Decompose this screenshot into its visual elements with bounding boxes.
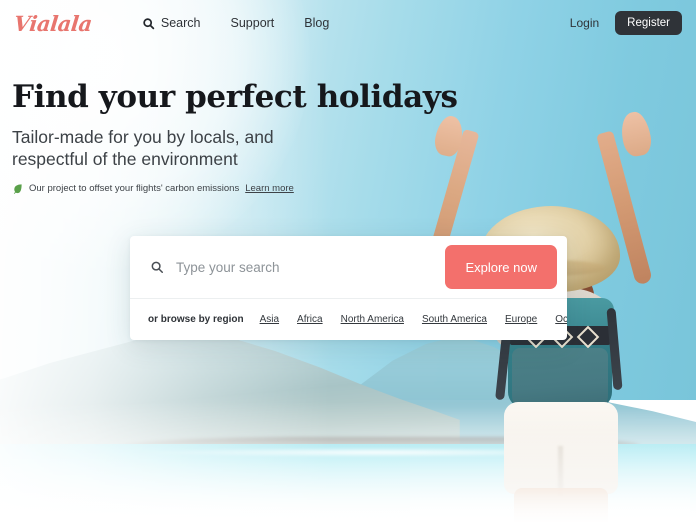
search-card: Explore now or browse by region Asia Afr… — [130, 236, 567, 340]
search-icon — [150, 260, 164, 274]
region-link-south-america[interactable]: South America — [422, 314, 487, 325]
login-link[interactable]: Login — [570, 16, 599, 30]
auth-actions: Login Register — [570, 11, 682, 35]
register-button[interactable]: Register — [615, 11, 682, 35]
nav-item-support-label: Support — [230, 16, 275, 30]
explore-now-button[interactable]: Explore now — [445, 245, 557, 289]
leaf-icon — [12, 183, 23, 194]
backpack-lower — [512, 348, 608, 410]
region-link-asia[interactable]: Asia — [260, 314, 279, 325]
hero-copy: Find your perfect holidays Tailor-made f… — [12, 80, 458, 194]
region-link-oceania[interactable]: Oceania — [555, 314, 567, 325]
hero-subtitle: Tailor-made for you by locals, and respe… — [12, 126, 312, 171]
hero-subtitle-line-1: Tailor-made for you by locals, and — [12, 127, 274, 148]
search-row: Explore now — [130, 236, 567, 298]
main-navigation: Search Support Blog — [142, 16, 329, 30]
landing-page: Vialala Search Support Blog Login Regist… — [0, 0, 696, 522]
browse-by-region-label: or browse by region — [148, 314, 244, 325]
eco-note: Our project to offset your flights' carb… — [12, 183, 458, 194]
region-link-africa[interactable]: Africa — [297, 314, 323, 325]
region-links: Asia Africa North America South America … — [260, 314, 567, 325]
search-icon — [142, 17, 155, 30]
page-title: Find your perfect holidays — [12, 79, 458, 115]
learn-more-link[interactable]: Learn more — [245, 183, 294, 194]
nav-item-search[interactable]: Search — [142, 16, 201, 30]
bottom-white-fade — [0, 402, 696, 522]
eco-note-text: Our project to offset your flights' carb… — [29, 182, 240, 194]
site-header: Vialala Search Support Blog Login Regist… — [0, 0, 696, 46]
nav-item-blog[interactable]: Blog — [304, 16, 329, 30]
region-link-europe[interactable]: Europe — [505, 314, 537, 325]
nav-item-search-label: Search — [160, 16, 201, 30]
region-link-north-america[interactable]: North America — [341, 314, 404, 325]
search-input[interactable] — [174, 258, 446, 276]
nav-item-blog-label: Blog — [304, 16, 330, 30]
site-logo[interactable]: Vialala — [13, 11, 94, 36]
hero-subtitle-line-2: respectful of the environment — [12, 149, 238, 170]
browse-by-region-row: or browse by region Asia Africa North Am… — [130, 298, 567, 340]
nav-item-support[interactable]: Support — [231, 16, 275, 30]
